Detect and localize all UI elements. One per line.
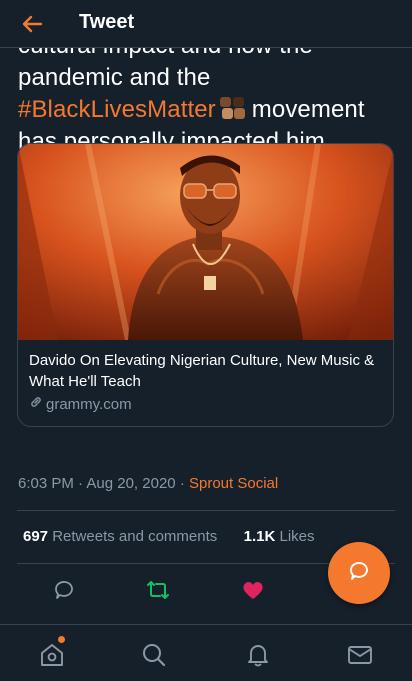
card-domain-text: grammy.com (46, 395, 132, 413)
tweet-stats: 697 Retweets and comments 1.1K Likes (23, 528, 315, 545)
home-icon[interactable] (39, 642, 65, 668)
tweet-meta: 6:03 PM · Aug 20, 2020 · Sprout Social (18, 475, 278, 492)
tweet-text: cultural impact and how the pandemic and… (0, 30, 412, 158)
card-domain: grammy.com (29, 395, 382, 413)
page-title: Tweet (79, 11, 135, 33)
meta-separator: · (78, 475, 84, 492)
retweets-count: 697 (23, 528, 49, 545)
compose-icon (347, 559, 371, 588)
card-title: Davido On Elevating Nigerian Culture, Ne… (29, 352, 375, 390)
notifications-icon[interactable] (245, 642, 271, 668)
home-notification-dot (58, 636, 65, 643)
card-body: Davido On Elevating Nigerian Culture, Ne… (18, 340, 393, 413)
search-icon[interactable] (141, 642, 167, 668)
back-arrow-icon[interactable] (20, 12, 44, 36)
tweet-time: 6:03 PM (18, 475, 74, 492)
tweet-line-3: #BlackLivesMatter movement (18, 94, 394, 126)
reply-icon[interactable] (52, 578, 76, 602)
likes-label: Likes (279, 528, 315, 545)
card-image (18, 144, 393, 340)
likes-count: 1.1K (243, 528, 276, 545)
top-bar: Tweet (0, 0, 412, 48)
tweet-line-2: pandemic and the (18, 64, 211, 91)
likes-stat[interactable]: 1.1K Likes (244, 528, 315, 545)
retweets-label: Retweets and comments (52, 528, 218, 545)
tweet-date: Aug 20, 2020 (86, 475, 176, 492)
messages-icon[interactable] (347, 642, 373, 668)
retweet-icon[interactable] (146, 578, 170, 602)
link-icon (29, 395, 43, 413)
retweets-stat[interactable]: 697 Retweets and comments (23, 528, 217, 545)
meta-separator: · (179, 475, 185, 492)
tweet-source-link[interactable]: Sprout Social (189, 475, 278, 492)
link-card[interactable]: Davido On Elevating Nigerian Culture, Ne… (17, 143, 394, 427)
hashtag-link[interactable]: #BlackLivesMatter (18, 96, 216, 123)
bottom-nav (0, 624, 412, 681)
raised-fist-emoji-icon (218, 95, 248, 121)
tweet-line-3-rest: movement (251, 96, 365, 123)
tweet-content: cultural impact and how the pandemic and… (0, 30, 412, 158)
heart-icon[interactable] (241, 578, 265, 602)
compose-reply-button[interactable] (328, 542, 390, 604)
divider (17, 510, 395, 511)
